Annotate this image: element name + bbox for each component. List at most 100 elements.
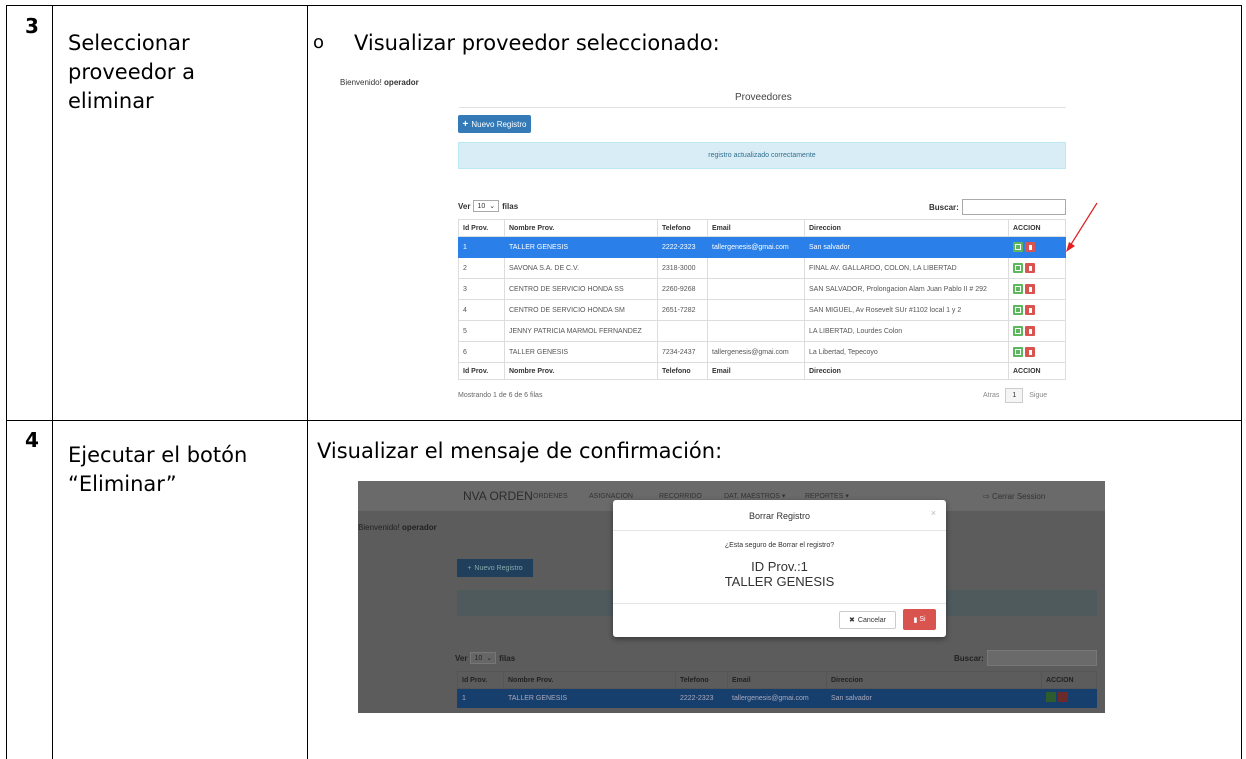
column-header[interactable]: Nombre Prov.	[504, 219, 658, 237]
row-divider	[6, 420, 1242, 421]
new-record-button[interactable]: + Nuevo Registro	[458, 115, 531, 133]
column-header[interactable]: Telefono	[657, 219, 708, 237]
page-length-control: Ver 10 ⌄ filas	[458, 200, 518, 212]
edit-icon[interactable]	[1013, 305, 1023, 315]
table-row[interactable]: 2 SAVONA S.A. DE C.V. 2318-3000 FINAL AV…	[458, 257, 1066, 279]
page-number-button[interactable]: 1	[1005, 388, 1024, 403]
next-page-link[interactable]: Sigue	[1029, 392, 1047, 399]
annotation-arrow	[1066, 202, 1098, 252]
cell-actions	[1008, 257, 1066, 279]
cell-name: TALLER GENESIS	[504, 341, 658, 363]
edit-icon[interactable]	[1013, 326, 1023, 336]
cell-address: LA LIBERTAD, Lourdes Colon	[804, 320, 1009, 342]
length-label-suffix: filas	[499, 653, 516, 663]
close-icon[interactable]: ×	[931, 508, 936, 518]
table-header-row: Id Prov. Nombre Prov. Telefono Email Dir…	[457, 671, 1097, 689]
cell-phone: 7234-2437	[657, 341, 708, 363]
welcome-user: operador	[384, 78, 419, 87]
col-divider-1	[52, 5, 53, 759]
delete-icon[interactable]	[1025, 347, 1035, 357]
brand-link[interactable]: NVA ORDEN	[463, 489, 533, 503]
edit-icon[interactable]	[1013, 284, 1023, 294]
column-header[interactable]: Id Prov.	[457, 671, 504, 689]
step-description-line: eliminar	[68, 89, 154, 113]
column-footer: Email	[707, 362, 805, 380]
edit-icon[interactable]	[1046, 692, 1056, 702]
table-row[interactable]: 3 CENTRO DE SERVICIO HONDA SS 2260-9268 …	[458, 278, 1066, 300]
cancel-button[interactable]: ✖ Cancelar	[839, 611, 896, 629]
search-input[interactable]	[986, 650, 1097, 666]
column-header[interactable]: Nombre Prov.	[503, 671, 676, 689]
table-row[interactable]: 6 TALLER GENESIS 7234-2437 tallergenesis…	[458, 341, 1066, 363]
column-header[interactable]: Id Prov.	[458, 219, 505, 237]
prev-page-link[interactable]: Atras	[983, 392, 999, 399]
table-row[interactable]: 5 JENNY PATRICIA MARMOL FERNANDEZ LA LIB…	[458, 320, 1066, 342]
search-label: Buscar:	[929, 202, 959, 212]
step-heading: Visualizar proveedor seleccionado:	[354, 31, 720, 55]
confirm-delete-button[interactable]: ▮ Si	[903, 609, 936, 630]
column-header[interactable]: Email	[707, 219, 805, 237]
column-footer: Telefono	[657, 362, 708, 380]
providers-table: Id Prov. Nombre Prov. Telefono Email Dir…	[458, 219, 1066, 380]
nav-item-recorrido[interactable]: RECORRIDO	[659, 493, 702, 500]
page-length-control: Ver 10 ⌄ filas	[455, 652, 515, 664]
page-length-select[interactable]: 10 ⌄	[473, 200, 500, 212]
cell-id: 6	[458, 341, 505, 363]
cell-address: La Libertad, Tepecoyo	[804, 341, 1009, 363]
nav-item-asignacion[interactable]: ASIGNACION	[589, 493, 633, 500]
confirm-delete-modal: Borrar Registro × ¿Esta seguro de Borrar…	[613, 500, 946, 637]
cell-email	[707, 278, 805, 300]
delete-icon[interactable]	[1025, 326, 1035, 336]
welcome-text: Bienvenido! operador	[358, 523, 437, 532]
page-title: Proveedores	[735, 92, 792, 103]
cell-email	[707, 257, 805, 279]
table-info: Mostrando 1 de 6 de 6 filas	[458, 392, 543, 399]
cell-name: CENTRO DE SERVICIO HONDA SS	[504, 278, 658, 300]
new-record-label: Nuevo Registro	[474, 564, 523, 572]
column-header[interactable]: Direccion	[826, 671, 1042, 689]
table-row-selected[interactable]: 1 TALLER GENESIS 2222-2323 tallergenesis…	[458, 236, 1066, 258]
delete-icon[interactable]	[1058, 692, 1068, 702]
modal-question: ¿Esta seguro de Borrar el registro?	[724, 542, 835, 549]
step-description: Ejecutar el botón “Eliminar”	[68, 441, 247, 499]
cell-actions	[1041, 688, 1097, 708]
modal-footer-divider	[613, 603, 946, 604]
column-header[interactable]: Email	[727, 671, 827, 689]
edit-icon[interactable]	[1013, 263, 1023, 273]
delete-icon[interactable]	[1025, 263, 1035, 273]
column-footer: Direccion	[804, 362, 1009, 380]
modal-record-name: TALLER GENESIS	[724, 574, 835, 589]
cell-address: San salvador	[826, 688, 1042, 708]
cell-name: CENTRO DE SERVICIO HONDA SM	[504, 299, 658, 321]
edit-icon[interactable]	[1013, 347, 1023, 357]
search-control: Buscar:	[954, 650, 1097, 666]
cell-name: SAVONA S.A. DE C.V.	[504, 257, 658, 279]
step-description-line: “Eliminar”	[68, 472, 177, 496]
column-header[interactable]: Direccion	[804, 219, 1009, 237]
delete-icon[interactable]	[1025, 305, 1035, 315]
cell-phone: 2260-9268	[657, 278, 708, 300]
step-heading: Visualizar el mensaje de confirmación:	[317, 439, 723, 463]
cell-email: tallergenesis@gmai.com	[707, 236, 805, 258]
column-header[interactable]: Telefono	[675, 671, 728, 689]
nav-item-dat-maestros[interactable]: DAT. MAESTROS ▾	[724, 492, 785, 500]
logout-link[interactable]: ⇨ Cerrar Session	[983, 492, 1045, 501]
table-top-border	[6, 5, 1242, 6]
table-left-border	[6, 5, 7, 759]
confirm-label: Si	[919, 616, 926, 623]
bullet-marker: o	[313, 32, 325, 53]
table-row-selected[interactable]: 1 TALLER GENESIS 2222-2323 tallergenesis…	[457, 688, 1097, 708]
welcome-prefix: Bienvenido!	[358, 523, 400, 532]
chevron-down-icon: ⌄	[489, 203, 496, 210]
x-icon: ✖	[849, 617, 855, 624]
cell-id: 1	[457, 688, 504, 708]
page-length-select[interactable]: 10 ⌄	[470, 652, 497, 664]
cell-id: 4	[458, 299, 505, 321]
new-record-button[interactable]: + Nuevo Registro	[457, 559, 533, 577]
nav-item-reportes[interactable]: REPORTES ▾	[805, 492, 849, 500]
modal-title: Borrar Registro	[748, 511, 811, 521]
delete-icon[interactable]	[1025, 284, 1035, 294]
nav-item-ordenes[interactable]: ORDENES	[533, 493, 568, 500]
providers-table: Id Prov. Nombre Prov. Telefono Email Dir…	[457, 671, 1097, 708]
table-row[interactable]: 4 CENTRO DE SERVICIO HONDA SM 2651-7282 …	[458, 299, 1066, 321]
